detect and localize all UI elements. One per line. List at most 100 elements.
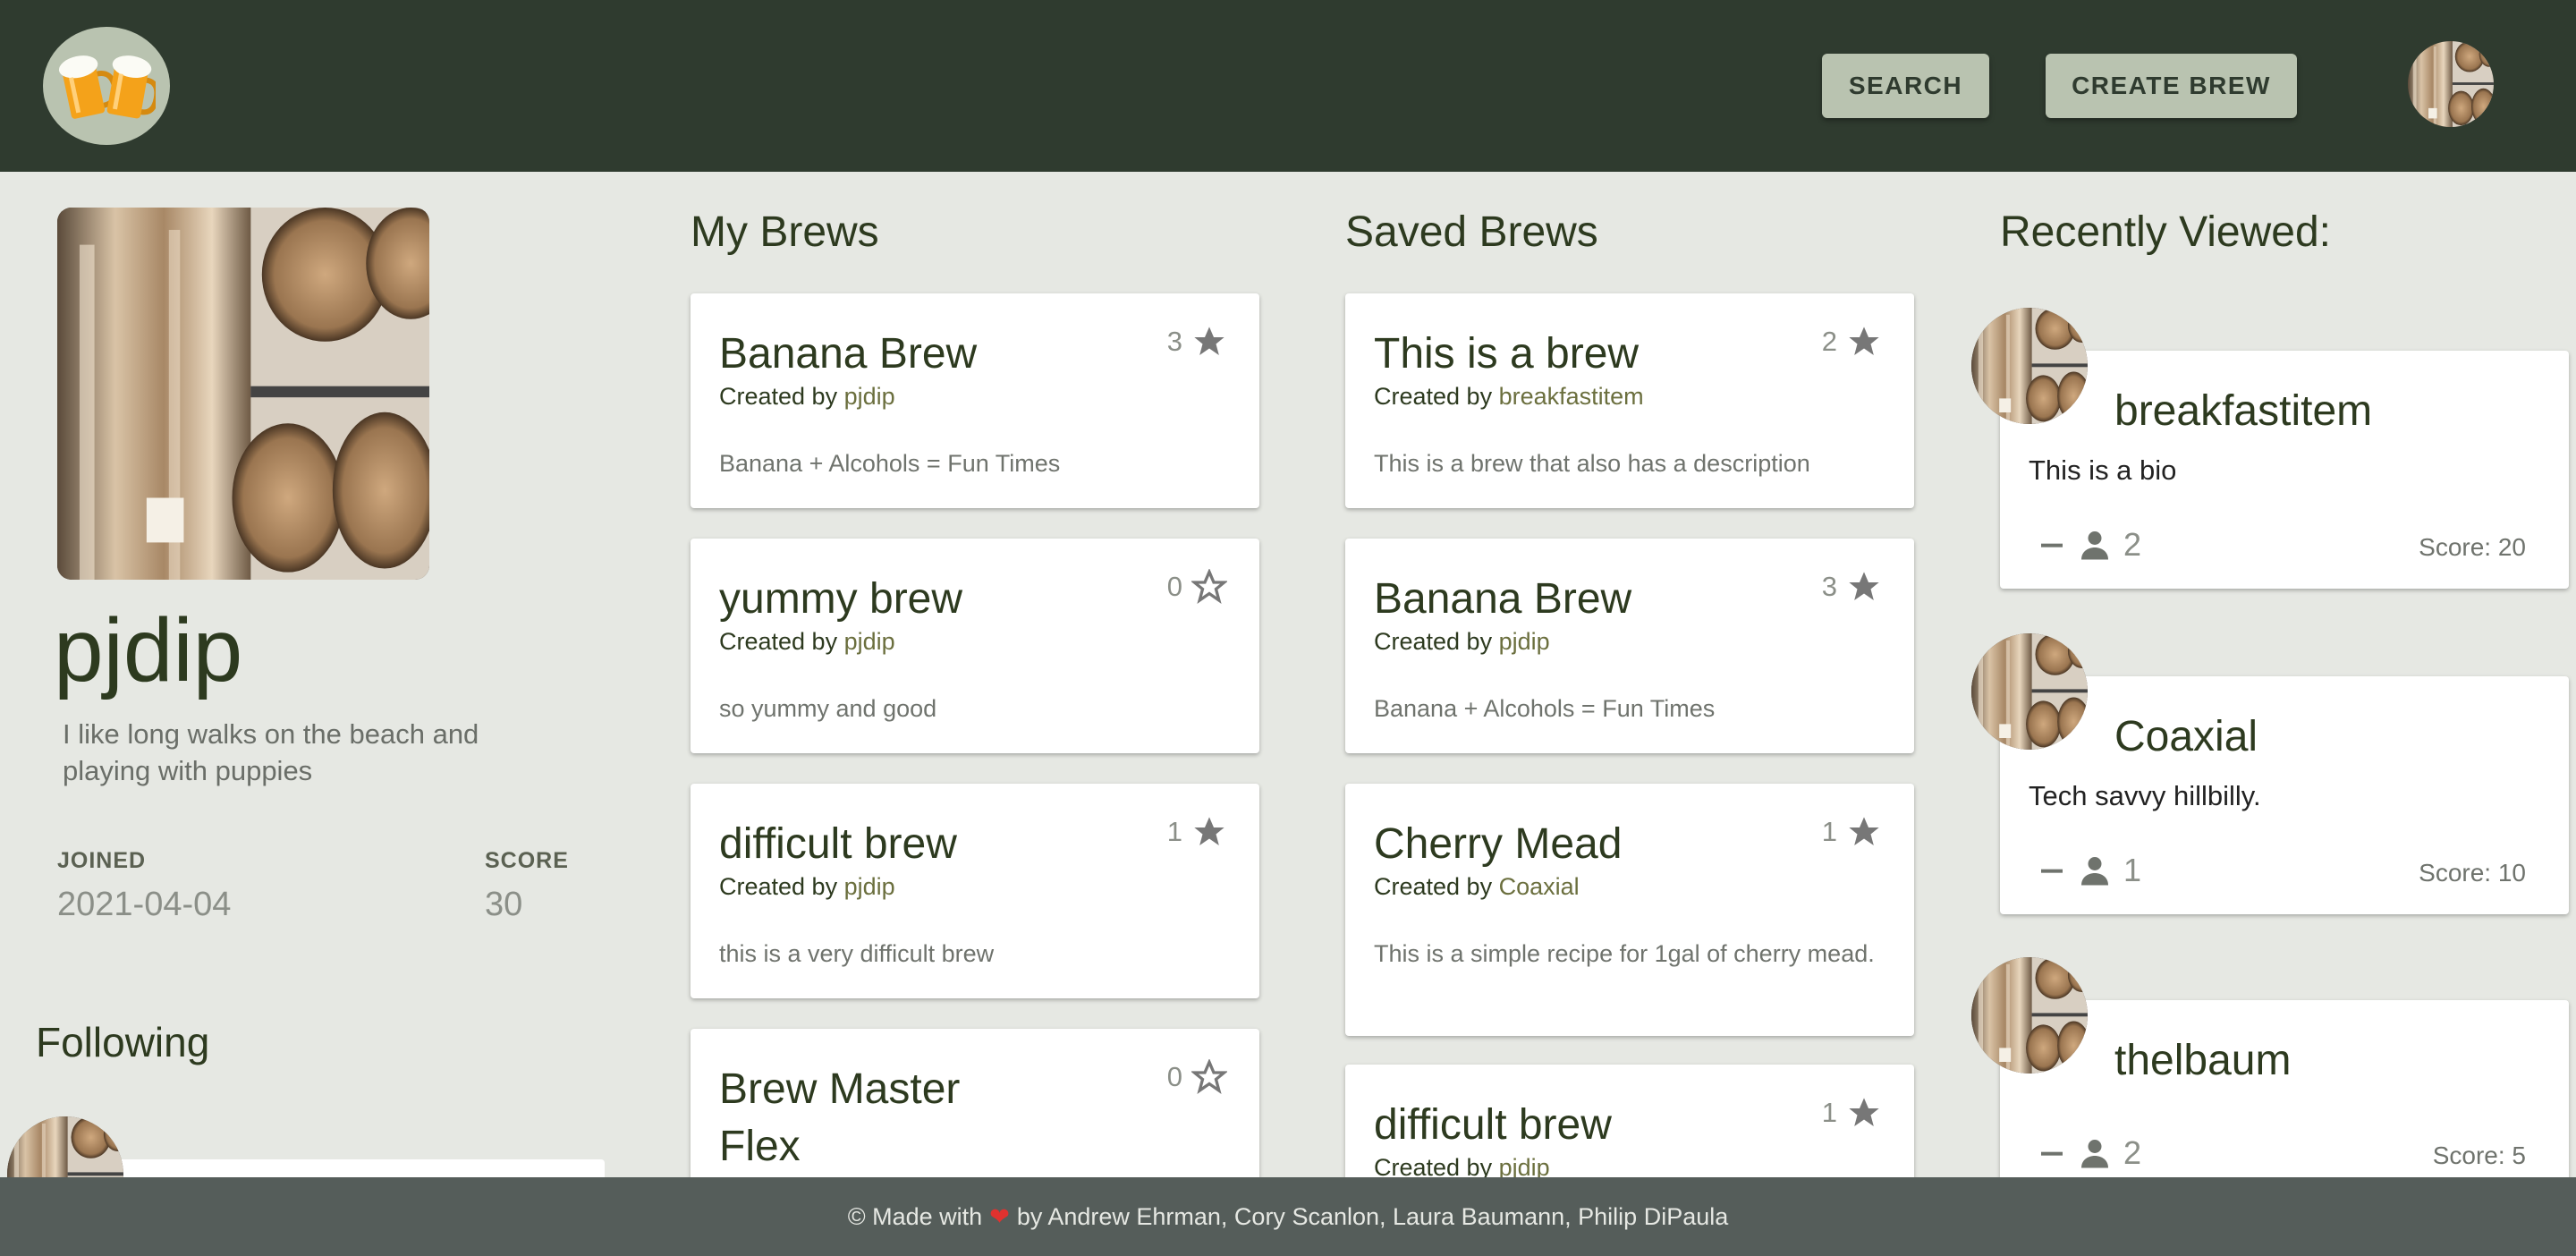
recent-user-score: Score: 5 [2432, 1141, 2526, 1169]
star-count: 2 [1821, 326, 1837, 357]
recent-user-bio: This is a bio [2029, 454, 2177, 486]
star-outline-icon[interactable] [1191, 569, 1227, 605]
created-by-label: Created by [1374, 628, 1499, 655]
follower-count: 2 [2123, 526, 2142, 563]
star-filled-icon[interactable] [1846, 814, 1882, 850]
brew-stars[interactable]: 0 [1167, 569, 1227, 605]
score-value: 30 [485, 886, 523, 923]
author-link[interactable]: Coaxial [1499, 873, 1580, 900]
recent-user-name[interactable]: Coaxial [2114, 712, 2258, 761]
brew-stars[interactable]: 1 [1167, 814, 1227, 850]
brew-title[interactable]: difficult brew [1374, 1097, 1785, 1154]
brew-stars[interactable]: 3 [1822, 569, 1882, 605]
brew-stars[interactable]: 1 [1822, 814, 1882, 850]
brew-stars[interactable]: 2 [1822, 324, 1882, 360]
footer: © Made with ❤ by Andrew Ehrman, Cory Sca… [0, 1177, 2576, 1256]
follower-info: 2 [2038, 1134, 2141, 1172]
brew-creator: Created by pjdip [719, 383, 895, 411]
star-outline-icon[interactable] [1191, 1059, 1227, 1095]
follower-info: 1 [2038, 852, 2141, 889]
brew-title[interactable]: Banana Brew [1374, 571, 1785, 628]
brew-description: Banana + Alcohols = Fun Times [719, 450, 1061, 477]
search-button[interactable]: SEARCH [1822, 54, 1989, 118]
star-count: 0 [1166, 1061, 1182, 1092]
star-filled-icon[interactable] [1846, 1095, 1882, 1131]
star-filled-icon[interactable] [1191, 324, 1227, 360]
star-filled-icon[interactable] [1846, 324, 1882, 360]
brew-title[interactable]: difficult brew [719, 816, 1131, 873]
beer-mugs-icon[interactable] [43, 27, 170, 145]
star-count: 3 [1821, 571, 1837, 602]
created-by-label: Created by [719, 628, 844, 655]
minus-icon[interactable] [2038, 530, 2066, 559]
score-label: SCORE [485, 848, 569, 873]
create-brew-button[interactable]: CREATE BREW [2046, 54, 2297, 118]
person-icon [2081, 531, 2108, 560]
brew-card[interactable]: Banana Brew 3 Created by pjdip Banana + … [691, 293, 1259, 508]
brew-description: This is a simple recipe for 1gal of cher… [1374, 940, 1875, 967]
recently-viewed-title: Recently Viewed: [2000, 208, 2331, 256]
brew-card[interactable]: difficult brew 1 Created by pjdip this i… [691, 784, 1259, 998]
brew-title[interactable]: Brew Master Flex [719, 1061, 1005, 1175]
footer-prefix: © Made with [847, 1202, 983, 1230]
brew-description: Banana + Alcohols = Fun Times [1374, 695, 1716, 722]
recent-user-score: Score: 10 [2419, 859, 2526, 887]
brew-title[interactable]: Banana Brew [719, 326, 1131, 383]
profile-bio: I like long walks on the beach and playi… [63, 718, 479, 786]
recent-user-name[interactable]: breakfastitem [2114, 386, 2372, 436]
author-link[interactable]: pjdip [844, 628, 895, 655]
recent-user-card[interactable]: breakfastitem This is a bio 2 Score: 20 [2000, 351, 2569, 589]
author-link[interactable]: pjdip [844, 383, 895, 410]
brew-creator: Created by breakfastitem [1374, 383, 1644, 411]
brew-stars[interactable]: 3 [1167, 324, 1227, 360]
top-navbar: SEARCH CREATE BREW [0, 0, 2576, 172]
created-by-label: Created by [1374, 873, 1499, 900]
star-count: 0 [1166, 571, 1182, 602]
brew-card[interactable]: yummy brew 0 Created by pjdip so yummy a… [691, 539, 1259, 753]
created-by-label: Created by [1374, 383, 1499, 410]
brew-card[interactable]: Cherry Mead 1 Created by Coaxial This is… [1345, 784, 1914, 1036]
brew-description: so yummy and good [719, 695, 937, 722]
star-filled-icon[interactable] [1191, 814, 1227, 850]
minus-icon[interactable] [2038, 1139, 2066, 1167]
star-filled-icon[interactable] [1846, 569, 1882, 605]
brew-title[interactable]: This is a brew [1374, 326, 1785, 383]
created-by-label: Created by [719, 873, 844, 900]
author-link[interactable]: breakfastitem [1499, 383, 1644, 410]
brew-description: This is a brew that also has a descripti… [1374, 450, 1810, 477]
recent-user-avatar[interactable] [1971, 633, 2088, 750]
recent-user-score: Score: 20 [2419, 533, 2526, 561]
recent-user-name[interactable]: thelbaum [2114, 1036, 2291, 1085]
recent-user-avatar[interactable] [1971, 308, 2088, 424]
my-brews-title: My Brews [691, 208, 879, 256]
minus-icon[interactable] [2038, 856, 2066, 885]
author-link[interactable]: pjdip [1499, 628, 1550, 655]
user-avatar-icon[interactable] [2408, 41, 2494, 127]
star-count: 1 [1166, 816, 1182, 847]
follower-info: 2 [2038, 526, 2141, 564]
follower-count: 1 [2123, 852, 2142, 888]
brew-creator: Created by Coaxial [1374, 873, 1580, 901]
saved-brews-title: Saved Brews [1345, 208, 1598, 256]
author-link[interactable]: pjdip [844, 873, 895, 900]
following-title: Following [36, 1019, 210, 1065]
person-icon [2081, 1140, 2108, 1168]
joined-label: JOINED [57, 848, 147, 873]
star-count: 1 [1821, 816, 1837, 847]
joined-value: 2021-04-04 [57, 886, 232, 923]
brew-stars[interactable]: 0 [1167, 1059, 1227, 1095]
follower-count: 2 [2123, 1134, 2142, 1171]
profile-username: pjdip [54, 600, 243, 700]
brew-stars[interactable]: 1 [1822, 1095, 1882, 1131]
brew-card[interactable]: This is a brew 2 Created by breakfastite… [1345, 293, 1914, 508]
brew-title[interactable]: yummy brew [719, 571, 1131, 628]
brew-title[interactable]: Cherry Mead [1374, 816, 1785, 873]
brew-card[interactable]: Banana Brew 3 Created by pjdip Banana + … [1345, 539, 1914, 753]
recent-user-bio: Tech savvy hillbilly. [2029, 780, 2261, 811]
person-icon [2081, 857, 2108, 886]
brew-creator: Created by pjdip [719, 628, 895, 656]
recent-user-avatar[interactable] [1971, 957, 2088, 1074]
recent-user-card[interactable]: Coaxial Tech savvy hillbilly. 1 Score: 1… [2000, 676, 2569, 914]
footer-credits: by Andrew Ehrman, Cory Scanlon, Laura Ba… [1016, 1202, 1729, 1230]
star-count: 3 [1166, 326, 1182, 357]
